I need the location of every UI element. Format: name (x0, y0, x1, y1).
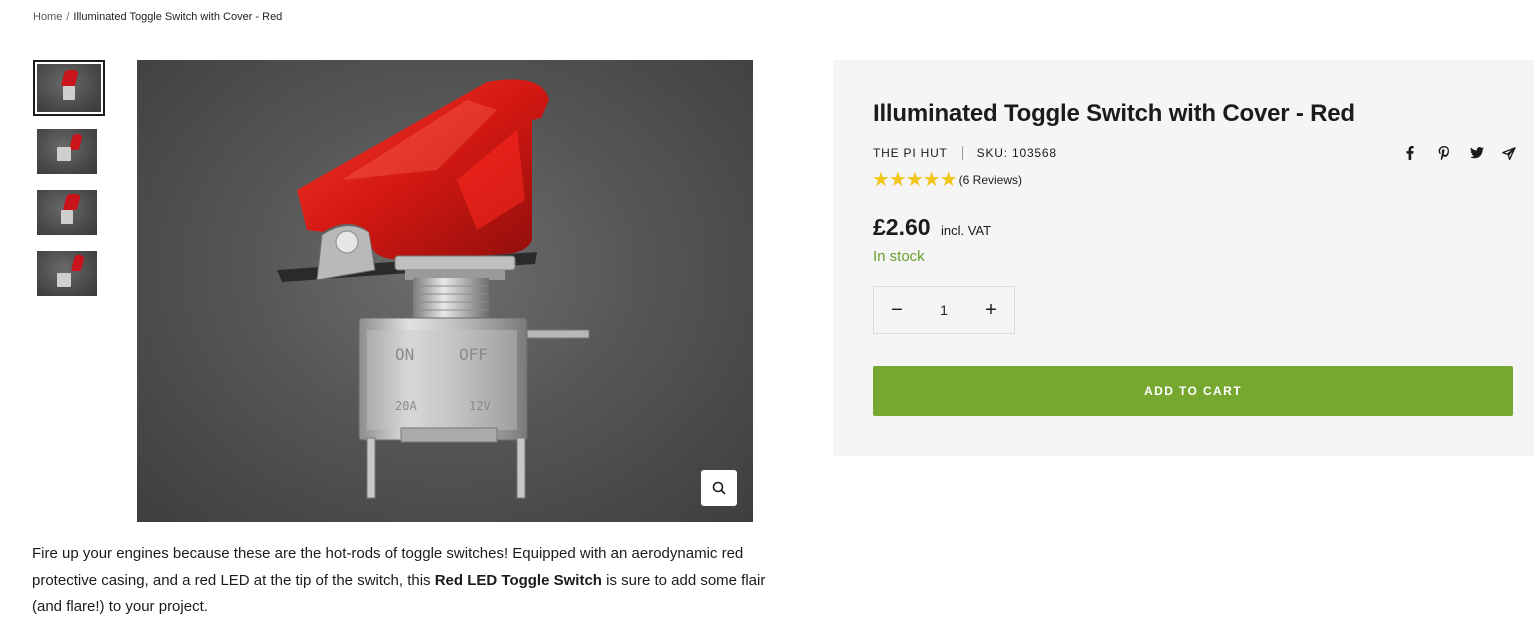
quantity-input[interactable]: 1 (920, 302, 968, 318)
review-count: (6 Reviews) (958, 173, 1023, 187)
product-meta: THE PI HUT SKU: 103568 (873, 146, 1057, 160)
breadcrumb-current: Illuminated Toggle Switch with Cover - R… (73, 11, 283, 23)
product-rating[interactable]: ★★★★★ (6 Reviews) (872, 170, 1022, 190)
vendor-link[interactable]: THE PI HUT (873, 146, 948, 160)
sku: SKU: 103568 (976, 146, 1057, 160)
toggle-switch-photo: ON OFF 20A 12V (277, 79, 590, 499)
meta-divider (961, 146, 963, 160)
switch-amps-label: 20A (395, 399, 417, 413)
thumbnail-2[interactable] (37, 129, 97, 174)
star-rating-icon: ★★★★★ (872, 169, 958, 191)
magnifier-icon (712, 481, 726, 495)
add-to-cart-button[interactable]: ADD TO CART (873, 366, 1513, 416)
breadcrumb-separator: / (66, 11, 70, 23)
quantity-decrease-button[interactable]: − (874, 287, 920, 333)
product-title: Illuminated Toggle Switch with Cover - R… (873, 100, 1355, 127)
switch-volts-label: 12V (469, 399, 491, 413)
thumbnail-3[interactable] (37, 190, 97, 235)
stock-status: In stock (873, 248, 925, 265)
product-price: £2.60 (873, 214, 931, 240)
breadcrumb-home-link[interactable]: Home (33, 11, 62, 23)
quantity-stepper: − 1 + (873, 286, 1015, 334)
zoom-button[interactable] (701, 470, 737, 506)
product-info-panel: Illuminated Toggle Switch with Cover - R… (833, 60, 1534, 456)
main-product-image[interactable]: ON OFF 20A 12V (137, 60, 753, 522)
description-bold: Red LED Toggle Switch (434, 571, 602, 589)
thumbnail-4[interactable] (37, 251, 97, 296)
switch-off-label: OFF (459, 345, 488, 364)
pinterest-icon[interactable] (1438, 144, 1470, 162)
facebook-icon[interactable] (1406, 144, 1438, 162)
product-description: Fire up your engines because these are t… (32, 541, 772, 621)
twitter-icon[interactable] (1470, 144, 1502, 162)
send-icon[interactable] (1502, 144, 1534, 162)
thumbnail-list (33, 60, 105, 312)
vat-label: incl. VAT (941, 223, 992, 238)
share-buttons (1406, 144, 1534, 162)
switch-on-label: ON (395, 345, 414, 364)
quantity-increase-button[interactable]: + (968, 287, 1014, 333)
thumbnail-1[interactable] (33, 60, 105, 116)
breadcrumb: Home / Illuminated Toggle Switch with Cove… (33, 11, 282, 23)
